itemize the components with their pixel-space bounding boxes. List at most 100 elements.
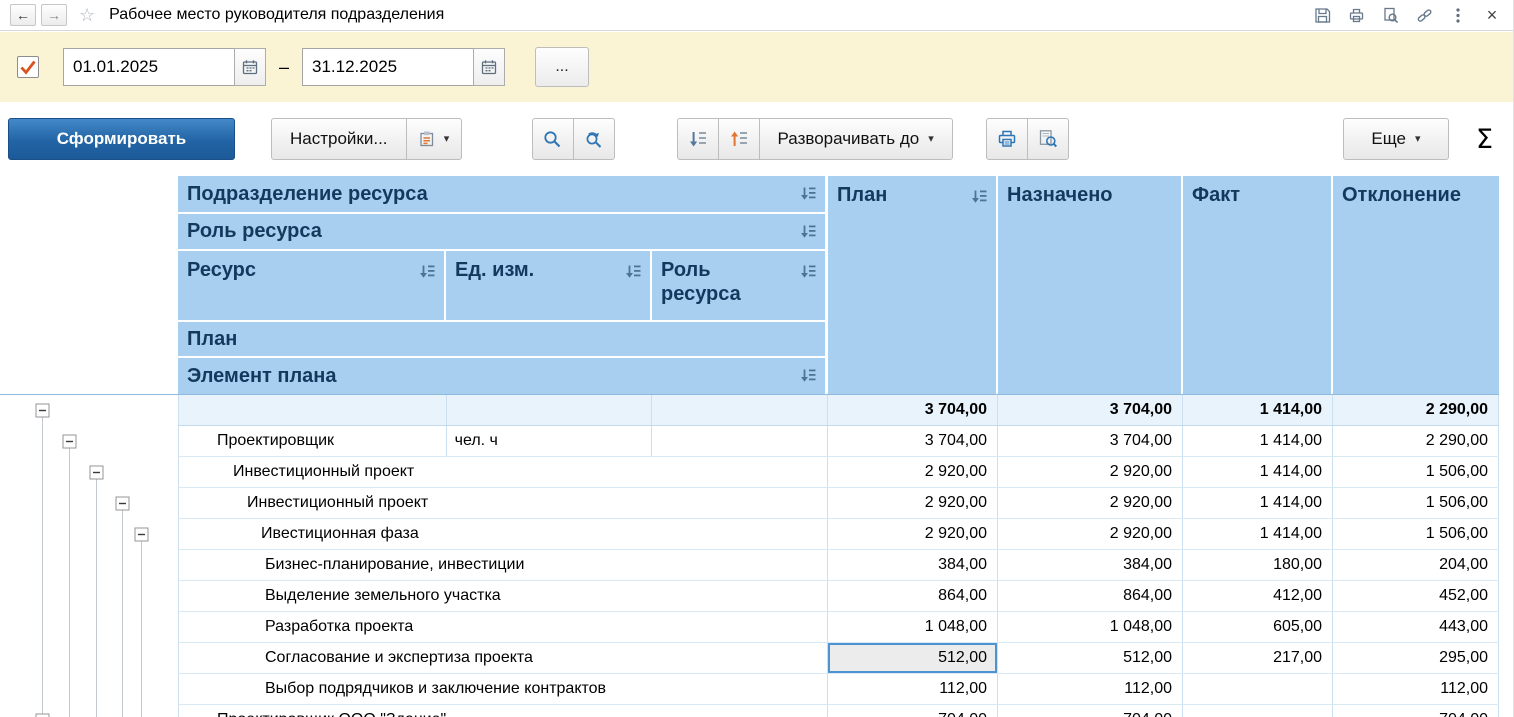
value-cell[interactable]: 452,00	[1333, 581, 1499, 611]
value-cell[interactable]: 3 704,00	[828, 426, 998, 456]
settings-button[interactable]: Настройки...	[271, 118, 407, 160]
value-cell[interactable]: 2 290,00	[1333, 426, 1499, 456]
row-label-cell[interactable]: Согласование и экспертиза проекта	[179, 643, 828, 673]
row-label-cell[interactable]: Инвестиционный проект	[179, 488, 828, 518]
header-col-assigned[interactable]: Назначено	[998, 176, 1183, 394]
row-label-cell[interactable]: Ивестиционная фаза	[179, 519, 828, 549]
sort-icon[interactable]	[419, 261, 435, 285]
sort-icon[interactable]	[800, 184, 816, 207]
row-label-cell[interactable]	[179, 395, 447, 425]
value-cell[interactable]	[1183, 674, 1333, 704]
header-col-role[interactable]: Роль ресурса	[652, 251, 828, 320]
print-icon[interactable]	[1347, 6, 1365, 24]
value-cell[interactable]: 864,00	[828, 581, 998, 611]
value-cell[interactable]	[1183, 705, 1333, 717]
back-button[interactable]: ←	[10, 4, 36, 26]
tree-collapse-box[interactable]	[90, 466, 103, 479]
value-cell[interactable]: 217,00	[1183, 643, 1333, 673]
value-cell[interactable]: 704,00	[1333, 705, 1499, 717]
generate-button[interactable]: Сформировать	[8, 118, 235, 160]
value-cell[interactable]: 2 920,00	[998, 519, 1183, 549]
value-cell[interactable]: 2 290,00	[1333, 395, 1499, 425]
value-cell[interactable]: 112,00	[828, 674, 998, 704]
header-group-plan-element[interactable]: Элемент плана	[178, 358, 828, 394]
value-cell[interactable]: 864,00	[998, 581, 1183, 611]
header-col-unit[interactable]: Ед. изм.	[446, 251, 652, 320]
value-cell[interactable]: 1 414,00	[1183, 488, 1333, 518]
value-cell[interactable]: 112,00	[998, 674, 1183, 704]
report-variant-button[interactable]: ▾	[406, 118, 462, 160]
period-checkbox[interactable]	[17, 56, 39, 78]
value-cell[interactable]: 704,00	[998, 705, 1183, 717]
close-icon[interactable]: ×	[1483, 6, 1501, 24]
tree-collapse-box[interactable]	[135, 528, 148, 541]
row-label-cell[interactable]: Инвестиционный проект	[179, 457, 828, 487]
date-from-input[interactable]	[63, 48, 235, 86]
print-preview-button[interactable]	[1027, 118, 1069, 160]
value-cell[interactable]: 1 506,00	[1333, 519, 1499, 549]
tree-collapse-box[interactable]	[116, 497, 129, 510]
value-cell[interactable]: 704,00	[828, 705, 998, 717]
more-menu-icon[interactable]	[1449, 6, 1467, 24]
value-cell[interactable]: 3 704,00	[998, 395, 1183, 425]
value-cell[interactable]: 2 920,00	[828, 519, 998, 549]
sort-icon[interactable]	[625, 261, 641, 285]
search-button[interactable]	[532, 118, 574, 160]
row-label-cell[interactable]: Разработка проекта	[179, 612, 828, 642]
value-cell[interactable]: 2 920,00	[828, 488, 998, 518]
sort-descending-button[interactable]	[677, 118, 719, 160]
value-cell[interactable]: 204,00	[1333, 550, 1499, 580]
row-label-cell[interactable]	[652, 395, 828, 425]
sort-icon[interactable]	[800, 366, 816, 389]
header-col-deviation[interactable]: Отклонение	[1333, 176, 1499, 394]
value-cell[interactable]: 2 920,00	[828, 457, 998, 487]
value-cell[interactable]: 3 704,00	[998, 426, 1183, 456]
selected-value-cell[interactable]: 512,00	[828, 643, 998, 673]
header-col-fact[interactable]: Факт	[1183, 176, 1333, 394]
row-label-cell[interactable]: Проектировщик	[179, 426, 447, 456]
value-cell[interactable]: 1 414,00	[1183, 426, 1333, 456]
find-on-page-icon[interactable]	[1381, 6, 1399, 24]
sort-ascending-button[interactable]	[718, 118, 760, 160]
tree-collapse-box[interactable]	[36, 404, 49, 417]
favorite-star-icon[interactable]: ☆	[79, 5, 95, 26]
value-cell[interactable]: 384,00	[998, 550, 1183, 580]
row-label-cell[interactable]	[652, 426, 828, 456]
value-cell[interactable]: 1 048,00	[828, 612, 998, 642]
value-cell[interactable]: 443,00	[1333, 612, 1499, 642]
row-label-cell[interactable]: Проектировщик ООО "Здание"	[179, 705, 828, 717]
value-cell[interactable]: 180,00	[1183, 550, 1333, 580]
row-label-cell[interactable]: Выбор подрядчиков и заключение контракто…	[179, 674, 828, 704]
value-cell[interactable]: 512,00	[998, 643, 1183, 673]
sort-icon[interactable]	[800, 222, 816, 245]
value-cell[interactable]: 3 704,00	[828, 395, 998, 425]
header-group-division[interactable]: Подразделение ресурса	[178, 176, 828, 214]
value-cell[interactable]: 2 920,00	[998, 457, 1183, 487]
value-cell[interactable]: 1 506,00	[1333, 457, 1499, 487]
value-cell[interactable]: 1 414,00	[1183, 395, 1333, 425]
date-from-calendar-button[interactable]	[234, 48, 266, 86]
date-to-input[interactable]	[302, 48, 474, 86]
date-to-calendar-button[interactable]	[473, 48, 505, 86]
sort-icon[interactable]	[800, 261, 816, 285]
value-cell[interactable]: 605,00	[1183, 612, 1333, 642]
value-cell[interactable]: 384,00	[828, 550, 998, 580]
sort-icon[interactable]	[971, 186, 987, 210]
value-cell[interactable]: 112,00	[1333, 674, 1499, 704]
link-icon[interactable]	[1415, 6, 1433, 24]
value-cell[interactable]: 412,00	[1183, 581, 1333, 611]
header-group-plan[interactable]: План	[178, 322, 828, 358]
row-label-cell[interactable]	[447, 395, 653, 425]
tree-collapse-box[interactable]	[63, 435, 76, 448]
forward-button[interactable]: →	[41, 4, 67, 26]
value-cell[interactable]: 295,00	[1333, 643, 1499, 673]
row-label-cell[interactable]: Выделение земельного участка	[179, 581, 828, 611]
more-filters-button[interactable]: ...	[535, 47, 589, 87]
header-group-role[interactable]: Роль ресурса	[178, 214, 828, 251]
value-cell[interactable]: 1 414,00	[1183, 457, 1333, 487]
header-col-resource[interactable]: Ресурс	[178, 251, 446, 320]
value-cell[interactable]: 2 920,00	[998, 488, 1183, 518]
value-cell[interactable]: 1 414,00	[1183, 519, 1333, 549]
row-label-cell[interactable]: Бизнес-планирование, инвестиции	[179, 550, 828, 580]
search-next-button[interactable]	[573, 118, 615, 160]
